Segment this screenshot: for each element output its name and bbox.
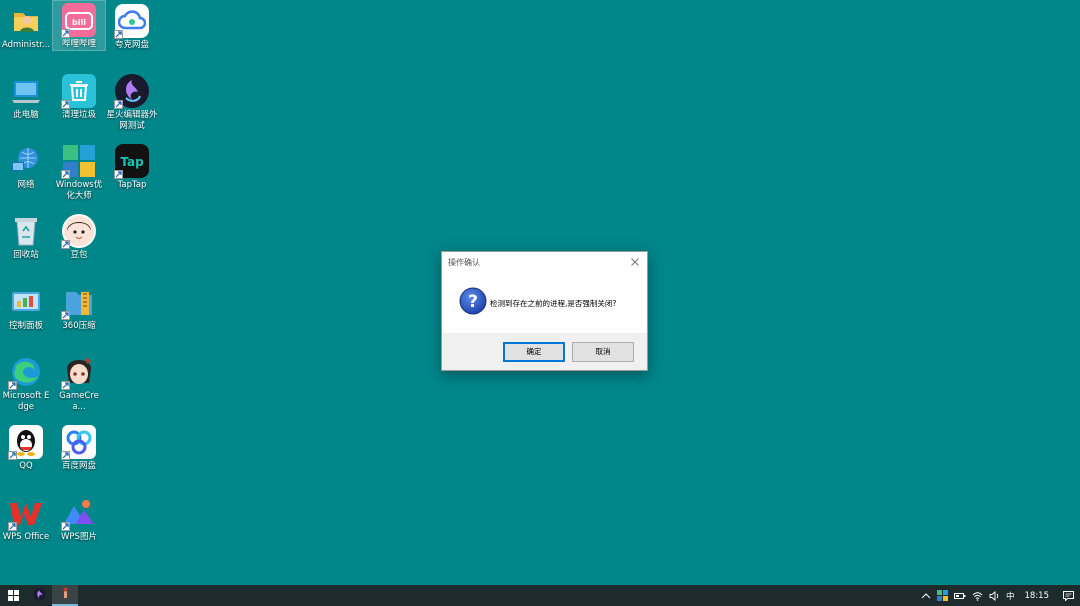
desktop-icon-this-pc[interactable]: 此电脑	[0, 74, 52, 121]
desktop-icon-quark-cloud[interactable]: 夸克网盘	[106, 4, 158, 51]
recycle-bin-icon	[9, 214, 43, 248]
cancel-button[interactable]: 取消	[572, 341, 634, 362]
desktop-icon-bilibili[interactable]: bili 哔哩哔哩	[52, 0, 106, 51]
chevron-up-icon[interactable]	[921, 585, 931, 606]
desktop-icon-label: 360压缩	[62, 321, 96, 331]
taskbar-app-active[interactable]	[52, 585, 78, 606]
notification-icon[interactable]	[1063, 585, 1074, 606]
shortcut-arrow-icon	[114, 170, 123, 179]
wps-picture-icon	[61, 496, 96, 531]
computer-icon	[9, 74, 43, 108]
desktop-icon-label: QQ	[19, 461, 33, 471]
network-icon	[9, 144, 43, 178]
desktop-icon-taptap[interactable]: Tap TapTap	[106, 144, 158, 191]
doubao-icon	[61, 214, 96, 249]
wifi-icon[interactable]	[972, 585, 983, 606]
desktop-icon-wps-picture[interactable]: WPS图片	[53, 496, 105, 543]
confirm-dialog: 操作确认 ? 检测到存在之前的进程,是否强制关闭? 确定 取消	[441, 251, 648, 371]
clock[interactable]: 18:15	[1025, 585, 1050, 606]
shortcut-arrow-icon	[114, 100, 123, 109]
desktop-icon-label: TapTap	[117, 180, 147, 190]
desktop-icon-label: Windows优化大师	[55, 180, 103, 201]
question-icon: ?	[459, 287, 487, 319]
windows-logo-icon	[7, 586, 19, 605]
system-tray: 中 18:15	[921, 585, 1080, 606]
desktop-icon-recycle-bin[interactable]: 回收站	[0, 214, 52, 261]
desktop-icon-gamecreator[interactable]: GameCrea...	[53, 355, 105, 413]
qq-icon	[8, 425, 43, 460]
desktop-icon-control-panel[interactable]: 控制面板	[0, 285, 52, 332]
baidu-netdisk-icon	[61, 425, 96, 460]
desktop-icon-clean-trash[interactable]: 清理垃圾	[53, 74, 105, 121]
shortcut-arrow-icon	[61, 381, 70, 390]
desktop-icon-label: 此电脑	[13, 110, 39, 120]
close-icon[interactable]	[629, 256, 641, 268]
desktop-icon-label: 控制面板	[8, 321, 43, 331]
desktop-icon-label: 清理垃圾	[61, 110, 96, 120]
shortcut-arrow-icon	[8, 451, 17, 460]
dialog-body: ? 检测到存在之前的进程,是否强制关闭?	[442, 272, 647, 334]
desktop-icon-network[interactable]: 网络	[0, 144, 52, 191]
battery-icon[interactable]	[953, 585, 966, 606]
desktop-icon-label: 网络	[17, 180, 35, 190]
shortcut-arrow-icon	[8, 381, 17, 390]
desktop-icon-label: 星火编辑器外网测试	[106, 110, 158, 131]
dialog-footer: 确定 取消	[442, 333, 647, 370]
shortcut-arrow-icon	[61, 29, 70, 38]
desktop-icon-baidu-netdisk[interactable]: 百度网盘	[53, 425, 105, 472]
desktop-icon-label: 哔哩哔哩	[61, 39, 96, 49]
desktop-icon-360zip[interactable]: 360压缩	[53, 285, 105, 332]
spark-editor-icon	[33, 586, 46, 605]
edge-icon	[8, 355, 43, 390]
desktop-icon-edge[interactable]: Microsoft Edge	[0, 355, 52, 413]
control-panel-icon	[9, 285, 43, 319]
desktop-icon-doubao[interactable]: 豆包	[53, 214, 105, 261]
windows-optimizer-icon[interactable]	[936, 585, 948, 606]
desktop-icon-windows-optimizer[interactable]: Windows优化大师	[53, 144, 105, 202]
desktop-icon-label: WPS Office	[2, 532, 50, 542]
desktop-icon-qq[interactable]: QQ	[0, 425, 52, 472]
shortcut-arrow-icon	[61, 170, 70, 179]
app-icon	[59, 585, 72, 604]
desktop-icon-label: GameCrea...	[59, 391, 99, 412]
desktop-icon-label: 豆包	[70, 250, 88, 260]
shortcut-arrow-icon	[61, 100, 70, 109]
taskbar-app-spark-editor[interactable]	[26, 585, 52, 606]
shortcut-arrow-icon	[61, 311, 70, 320]
dialog-title: 操作确认	[448, 257, 480, 267]
start-button[interactable]	[0, 585, 26, 606]
ok-button[interactable]: 确定	[503, 341, 565, 362]
zip-360-icon	[61, 285, 96, 320]
taptap-icon: Tap	[114, 144, 149, 179]
desktop-icon-administrator[interactable]: Administr...	[0, 4, 52, 51]
shortcut-arrow-icon	[61, 522, 70, 531]
desktop-icon-label: Administr...	[1, 40, 51, 50]
wps-office-icon	[8, 496, 43, 531]
dialog-message: 检测到存在之前的进程,是否强制关闭?	[490, 298, 617, 308]
taskbar: 中 18:15	[0, 585, 1080, 606]
ime-indicator[interactable]: 中	[1006, 585, 1015, 606]
shortcut-arrow-icon	[61, 240, 70, 249]
shortcut-arrow-icon	[8, 522, 17, 531]
svg-text:?: ?	[468, 292, 478, 312]
shortcut-arrow-icon	[114, 30, 123, 39]
desktop-icon-spark-editor[interactable]: 星火编辑器外网测试	[106, 74, 158, 132]
volume-icon[interactable]	[989, 585, 1000, 606]
spark-editor-icon	[114, 74, 149, 109]
desktop-icon-label: 回收站	[13, 250, 39, 260]
bilibili-icon: bili	[61, 3, 96, 38]
svg-text:bili: bili	[72, 18, 86, 27]
desktop-icon-wps-office[interactable]: WPS Office	[0, 496, 52, 543]
desktop-icon-label: WPS图片	[61, 532, 97, 542]
windows-optimizer-icon	[61, 144, 96, 179]
gamecreator-icon	[61, 355, 96, 390]
desktop-icon-label: 夸克网盘	[114, 40, 149, 50]
user-folder-icon	[9, 4, 43, 38]
quark-cloud-icon	[114, 4, 149, 39]
shortcut-arrow-icon	[61, 451, 70, 460]
trash-clean-icon	[61, 74, 96, 109]
desktop-icon-label: 百度网盘	[61, 461, 96, 471]
svg-text:Tap: Tap	[120, 155, 144, 169]
desktop-icon-label: Microsoft Edge	[2, 391, 50, 412]
